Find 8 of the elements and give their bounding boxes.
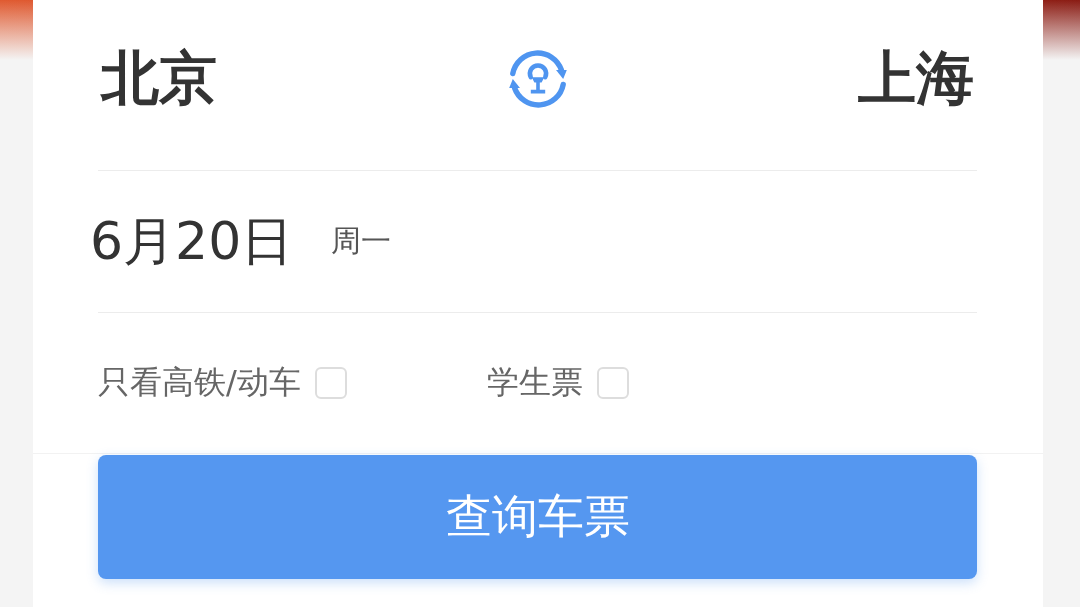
checkbox[interactable] (314, 367, 347, 399)
weekday-text: 周一 (331, 222, 392, 260)
checkbox[interactable] (596, 367, 629, 399)
option-label: 只看高铁/动车 (98, 362, 301, 403)
departure-station[interactable]: 北京 (101, 40, 217, 118)
option-label: 学生票 (486, 362, 583, 403)
arrival-station[interactable]: 上海 (858, 40, 974, 118)
date-text: 6月20日 (90, 209, 294, 273)
